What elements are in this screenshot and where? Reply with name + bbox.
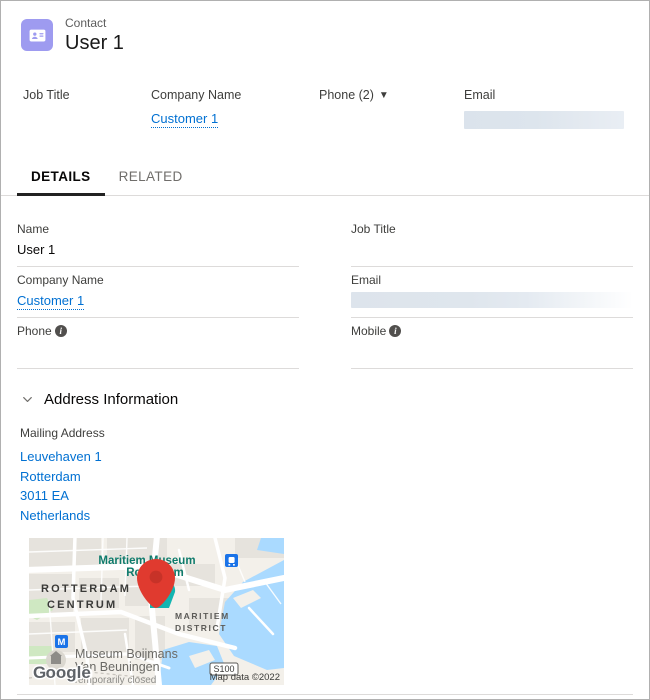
field-value-mobile [351,343,633,361]
highlights-fields: Job Title Company Name Customer 1 Phone … [21,88,629,130]
mailing-address-line-city[interactable]: Rotterdam [20,467,633,487]
address-information-title: Address Information [44,391,179,409]
field-name[interactable]: Name User 1 [17,216,299,268]
field-value-name: User 1 [17,242,56,258]
mailing-address-line-country[interactable]: Netherlands [20,506,633,526]
field-company-name[interactable]: Company Name Customer 1 [17,267,299,319]
record-tabs: DETAILS RELATED [1,159,649,197]
svg-text:Museum Boijmans: Museum Boijmans [75,647,178,661]
svg-text:oogle: oogle [46,663,91,682]
company-name-link-highlight[interactable]: Customer 1 [151,111,219,129]
highlight-value-job-title [23,111,151,129]
highlight-field-job-title: Job Title [23,88,151,129]
contact-record-page: Contact User 1 Job Title Company Name Cu… [0,0,650,700]
chevron-down-icon-address[interactable] [20,393,34,407]
field-email[interactable]: Email [351,267,633,319]
field-label-phone-text: Phone [17,324,52,339]
record-titles: Contact User 1 [65,16,124,55]
address-information-section-header[interactable]: Address Information [17,391,633,408]
field-label-phone: Phone i [17,324,299,338]
field-label-job-title: Job Title [351,222,396,237]
highlights-panel: Contact User 1 Job Title Company Name Cu… [1,1,649,130]
svg-text:M: M [58,637,66,648]
record-title-row: Contact User 1 [21,16,629,55]
highlight-field-company-name: Company Name Customer 1 [151,88,319,129]
field-value-company-name: Customer 1 [17,292,299,311]
tab-related[interactable]: RELATED [105,159,197,196]
svg-text:Map data ©2022: Map data ©2022 [210,672,280,683]
mailing-address-line-postalcode[interactable]: 3011 EA [20,486,633,506]
redacted-email-bar-highlight [464,111,624,130]
bottom-divider [17,694,633,695]
mailing-address-field: Mailing Address Leuvehaven 1 Rotterdam 3… [17,426,633,525]
highlight-label-job-title: Job Title [23,88,70,103]
mailing-address-label: Mailing Address [20,426,105,441]
svg-text:CENTRUM: CENTRUM [47,599,117,611]
highlight-field-phone[interactable]: Phone (2) ▼ [319,88,464,129]
highlight-value-company-name: Customer 1 [151,111,319,129]
highlight-label-email: Email [464,88,496,103]
field-label-name: Name [17,222,50,237]
field-label-company-name: Company Name [17,273,104,288]
highlight-label-phone: Phone (2) ▼ [319,88,464,102]
highlight-field-email: Email [464,88,629,130]
field-value-phone [17,343,299,361]
field-label-mobile-text: Mobile [351,324,387,339]
redacted-email-bar-detail [351,292,633,309]
mailing-address-line-street[interactable]: Leuvehaven 1 [20,447,633,467]
details-tab-panel: Name User 1 Company Name Customer 1 Phon… [1,196,649,695]
field-label-email: Email [351,273,382,288]
svg-text:ROTTERDAM: ROTTERDAM [41,583,131,595]
highlight-value-phone [319,111,464,129]
info-icon-mobile[interactable]: i [389,325,402,338]
record-name: User 1 [65,32,124,55]
field-mobile[interactable]: Mobile i [351,318,633,370]
tab-details[interactable]: DETAILS [17,159,105,197]
highlight-label-phone-text: Phone (2) [319,88,374,103]
field-value-email [351,292,633,310]
field-phone[interactable]: Phone i [17,318,299,370]
details-column-right: Job Title Email Mobile i [351,216,633,370]
highlight-value-email [464,111,629,130]
object-type-label: Contact [65,16,107,30]
svg-text:DISTRICT: DISTRICT [175,623,227,633]
details-column-left: Name User 1 Company Name Customer 1 Phon… [17,216,299,370]
field-value-job-title [351,241,633,259]
info-icon-phone[interactable]: i [54,325,67,338]
company-name-link-detail[interactable]: Customer 1 [17,293,85,311]
contact-card-icon [21,19,53,51]
chevron-down-icon[interactable]: ▼ [379,90,389,101]
address-map[interactable]: Maritiem Museum Rotterdam ROTTERDAM CENT… [29,538,284,686]
svg-text:MARITIEM: MARITIEM [175,611,230,621]
highlight-label-company-name: Company Name [151,88,242,103]
field-label-mobile: Mobile i [351,324,633,338]
details-grid: Name User 1 Company Name Customer 1 Phon… [17,216,633,370]
field-job-title[interactable]: Job Title [351,216,633,268]
